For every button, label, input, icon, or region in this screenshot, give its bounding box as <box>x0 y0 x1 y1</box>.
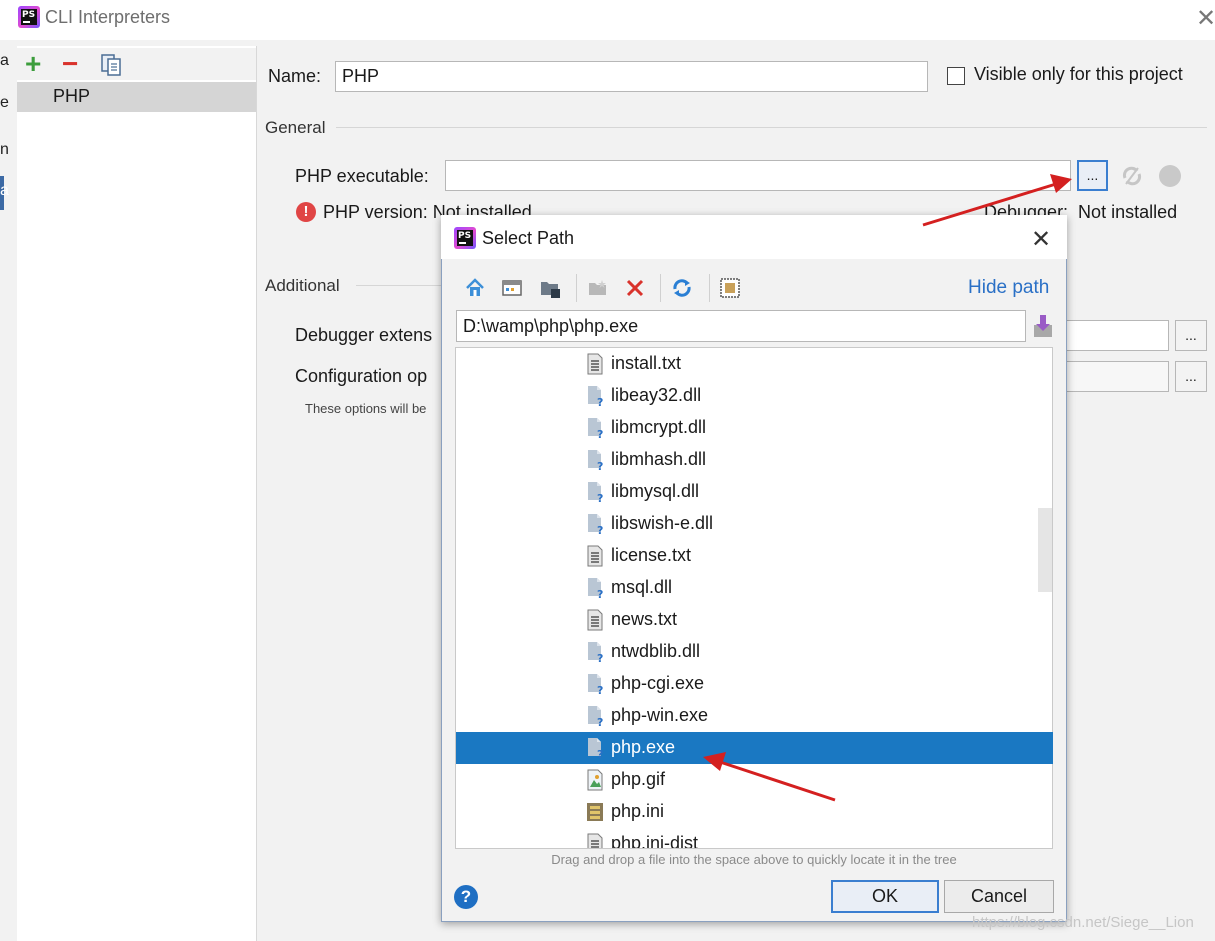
annotation-arrow-browse <box>922 174 1072 227</box>
annotation-arrow-php-exe <box>703 752 836 802</box>
watermark: https://blog.csdn.net/Siege__Lion <box>972 914 1194 931</box>
annotation-arrows <box>703 174 1072 802</box>
